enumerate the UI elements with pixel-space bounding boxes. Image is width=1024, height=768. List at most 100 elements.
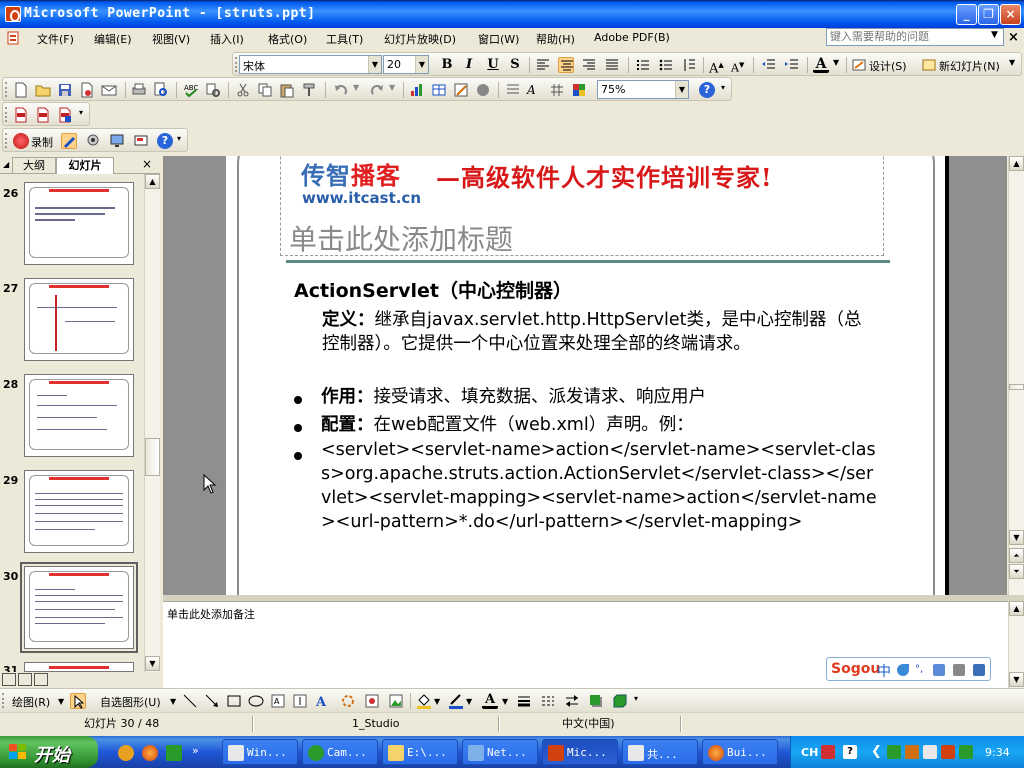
paste-icon[interactable] — [279, 82, 295, 98]
menu-insert[interactable]: 插入(I) — [210, 31, 244, 47]
scroll-thumb[interactable] — [145, 438, 160, 476]
title-placeholder[interactable]: 单击此处添加标题 — [289, 218, 513, 258]
ime-toolbar[interactable]: Sogou 中 °, — [826, 657, 991, 681]
decrease-indent-icon[interactable] — [761, 57, 777, 73]
show-hidden-icon[interactable]: ❮ — [871, 744, 882, 759]
convert-pdf-icon[interactable] — [13, 107, 29, 123]
messenger-icon[interactable] — [166, 745, 182, 761]
decrease-font-icon[interactable]: A▼ — [731, 57, 747, 75]
tables-borders-icon[interactable] — [453, 82, 469, 98]
chevron-down-icon[interactable]: ▼ — [466, 697, 472, 706]
bullet-item[interactable]: 配置：在web配置文件（web.xml）声明。例： — [321, 413, 881, 437]
tab-outline[interactable]: 大纲 — [12, 157, 56, 174]
arrow-icon[interactable] — [204, 693, 220, 709]
record-icon[interactable] — [13, 133, 29, 149]
print-icon[interactable] — [131, 82, 147, 98]
taskbar-item[interactable]: Cam... — [302, 739, 378, 765]
help-icon[interactable]: ? — [157, 133, 173, 149]
diagram-icon[interactable] — [340, 693, 356, 709]
monitor-icon[interactable] — [959, 745, 973, 759]
screen-capture-icon[interactable] — [109, 133, 125, 149]
vertical-textbox-icon[interactable] — [292, 693, 308, 709]
menu-format[interactable]: 格式(O) — [268, 31, 307, 47]
taskbar-item[interactable]: Net... — [462, 739, 538, 765]
chevron-down-icon[interactable]: ▼ — [353, 83, 359, 92]
new-slide-button[interactable]: 新幻灯片(N) — [939, 58, 1000, 74]
close-panel-icon[interactable]: × — [142, 157, 152, 171]
toolbar-options-icon[interactable]: ▾ — [721, 83, 725, 92]
menu-tools[interactable]: 工具(T) — [326, 31, 363, 47]
close-button[interactable]: × — [1000, 4, 1021, 25]
tab-slides[interactable]: 幻灯片 — [56, 157, 114, 174]
taskbar-item[interactable]: 共... — [622, 739, 698, 765]
moon-icon[interactable] — [897, 664, 909, 676]
redo-icon[interactable] — [369, 82, 385, 98]
save-icon[interactable] — [57, 82, 73, 98]
sogou-tray-icon[interactable] — [821, 745, 835, 759]
punctuation-icon[interactable]: °, — [915, 664, 927, 676]
slideshow-icon[interactable] — [34, 673, 48, 686]
draw-menu[interactable]: 绘图(R) — [12, 694, 50, 710]
chevron-down-icon[interactable]: ▼ — [368, 56, 381, 73]
taskbar-item[interactable]: Bui... — [702, 739, 778, 765]
menu-edit[interactable]: 编辑(E) — [94, 31, 132, 47]
definition-paragraph[interactable]: 定义：继承自javax.servlet.http.HttpServlet类，是中… — [306, 308, 878, 356]
email-icon[interactable] — [101, 82, 117, 98]
security-icon[interactable] — [905, 745, 919, 759]
new-slide-icon[interactable] — [921, 57, 937, 73]
format-painter-icon[interactable] — [301, 82, 317, 98]
slide-sorter-icon[interactable] — [18, 673, 32, 686]
font-name-combo[interactable]: 宋体 ▼ — [239, 55, 382, 74]
restore-button[interactable]: ❐ — [978, 4, 999, 25]
clock[interactable]: 9:34 — [985, 746, 1010, 759]
start-button[interactable]: 开始 — [0, 736, 98, 768]
wrench-icon[interactable] — [973, 664, 985, 676]
taskbar-item-active[interactable]: Mic... — [542, 739, 618, 765]
show-text-format-icon[interactable]: A — [527, 82, 543, 98]
toolbar-options-icon[interactable]: ▾ — [79, 108, 83, 117]
new-document-icon[interactable] — [13, 82, 29, 98]
antivirus-icon[interactable] — [941, 745, 955, 759]
taskbar-item[interactable]: Win... — [222, 739, 298, 765]
line-color-icon[interactable] — [448, 693, 464, 709]
permission-icon[interactable] — [79, 82, 95, 98]
slide-heading[interactable]: ActionServlet（中心控制器） — [294, 276, 572, 303]
help-icon[interactable]: ? — [843, 745, 857, 759]
slide-thumbnail[interactable] — [24, 374, 134, 457]
spelling-icon[interactable]: ABC — [183, 82, 199, 98]
undo-icon[interactable] — [333, 82, 349, 98]
align-right-icon[interactable] — [581, 57, 597, 73]
toolbar-grip[interactable] — [235, 57, 238, 72]
open-folder-icon[interactable] — [35, 82, 51, 98]
cut-icon[interactable] — [235, 82, 251, 98]
pdf-review-icon[interactable] — [57, 107, 73, 123]
increase-indent-icon[interactable] — [784, 57, 800, 73]
slide-canvas[interactable]: 传智播客 www.itcast.cn —高级软件人才实作培训专家! 单击此处添加… — [226, 156, 949, 595]
select-cursor-icon[interactable] — [70, 693, 86, 709]
font-color-icon[interactable]: A — [813, 57, 829, 73]
font-size-combo[interactable]: 20 ▼ — [383, 55, 429, 74]
chevron-down-icon[interactable]: ▼ — [58, 697, 64, 706]
italic-button[interactable]: I — [459, 56, 479, 74]
scroll-thumb[interactable] — [1009, 384, 1024, 390]
previous-slide-icon[interactable]: ⏶ — [1009, 548, 1024, 563]
bold-button[interactable]: B — [437, 56, 457, 74]
toolbar-grip[interactable] — [2, 693, 5, 708]
chevron-down-icon[interactable]: ▼ — [1009, 58, 1015, 67]
chevron-down-icon[interactable]: ▼ — [389, 83, 395, 92]
oval-icon[interactable] — [248, 693, 264, 709]
slide-thumbnail[interactable] — [24, 662, 134, 672]
align-center-icon[interactable] — [558, 57, 574, 73]
line-style-icon[interactable] — [516, 693, 532, 709]
chevron-down-icon[interactable]: ▼ — [675, 81, 688, 98]
show-grid-icon[interactable] — [549, 82, 565, 98]
thumbnails-scrollbar[interactable]: ▲ ▼ — [144, 174, 160, 672]
user-icon[interactable] — [953, 664, 965, 676]
scroll-up-icon[interactable]: ▲ — [1009, 601, 1024, 616]
copy-icon[interactable] — [257, 82, 273, 98]
help-search-input[interactable] — [826, 28, 1004, 46]
powerpoint-icon[interactable] — [5, 6, 21, 22]
toolbar-grip[interactable] — [5, 82, 8, 97]
design-icon[interactable] — [851, 57, 867, 73]
scroll-down-icon[interactable]: ▼ — [1009, 530, 1024, 545]
